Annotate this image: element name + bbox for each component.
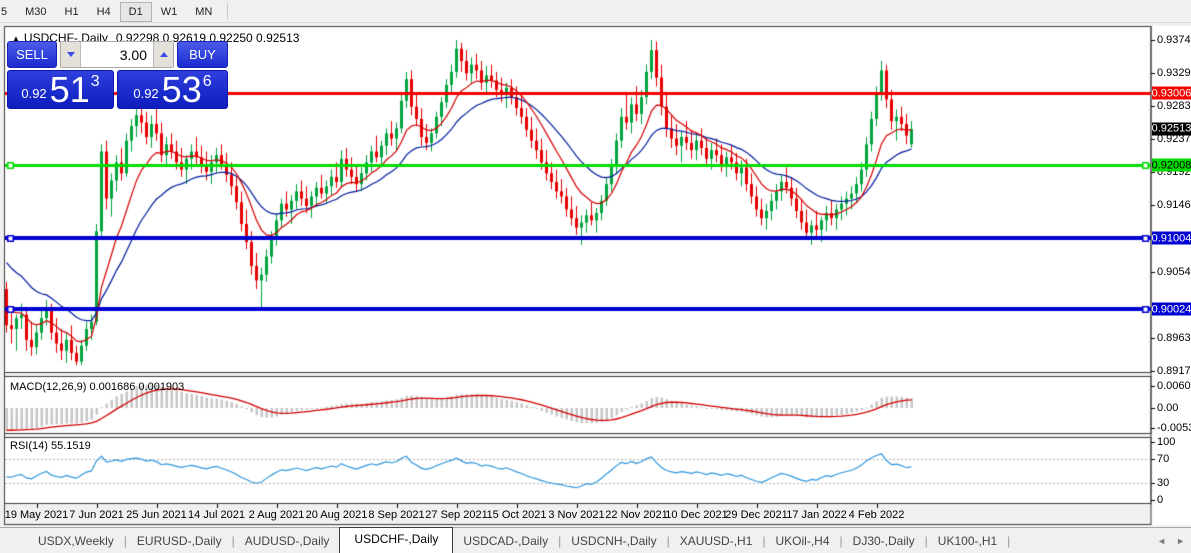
chart-tab-bar: USDX,Weekly | EURUSD-,Daily | AUDUSD-,Daily U… [0, 527, 1191, 553]
price-tick-label: 0.91460 [1157, 199, 1191, 212]
volume-increase-button[interactable] [154, 42, 173, 67]
macd-label: MACD(12,26,9) 0.001686 0.001903 [10, 381, 185, 393]
chart-tab-usdcad[interactable]: USDCAD-,Daily [453, 530, 558, 553]
price-tick-label: 0.92830 [1157, 99, 1191, 112]
one-click-trade-panel: SELL 3.00 BUY 0.92 51 3 0.92 53 6 [7, 41, 228, 109]
chart-tab-usdx[interactable]: USDX,Weekly [28, 530, 124, 553]
chart-tab-audusd[interactable]: AUDUSD-,Daily [235, 530, 340, 553]
tab-scroll-right-button[interactable]: ► [1176, 536, 1185, 546]
date-tick-label: 3 Nov 2021 [548, 509, 605, 521]
date-tick-label: 10 Dec 2021 [665, 509, 728, 521]
rsi-label: RSI(14) 55.1519 [10, 440, 91, 452]
volume-stepper: 3.00 [60, 41, 174, 68]
price-tick-label: 0.93290 [1157, 66, 1191, 79]
macd-tick-label: 0.006045 [1157, 379, 1191, 392]
price-badge: 0.90024 [1151, 302, 1191, 316]
buy-price-big: 53 [161, 69, 202, 110]
date-tick-label: 20 Aug 2021 [305, 509, 368, 521]
chart-tab-usdchf[interactable]: USDCHF-,Daily [339, 527, 454, 553]
tab-separator: | [1007, 534, 1011, 548]
sell-price-big: 51 [49, 69, 90, 110]
buy-price-sup: 6 [202, 73, 212, 90]
date-tick-label: 29 Dec 2021 [725, 509, 788, 521]
price-tick-label: 0.89170 [1157, 365, 1191, 377]
price-tick-label: 0.93740 [1157, 34, 1191, 46]
date-tick-label: 22 Nov 2021 [605, 509, 668, 521]
rsi-tick-label: 30 [1157, 476, 1170, 489]
chart-tab-ukoil[interactable]: UKOil-,H4 [766, 530, 840, 553]
price-tick-label: 0.89630 [1157, 331, 1191, 344]
date-tick-label: 7 Jun 2021 [69, 509, 124, 521]
timeframe-button-w1[interactable]: W1 [152, 2, 187, 22]
sell-price-sup: 3 [90, 73, 100, 90]
tab-scroll-left-button[interactable]: ◄ [1157, 536, 1166, 546]
date-tick-label: 14 Jul 2021 [188, 509, 245, 521]
price-badge: 0.91004 [1151, 231, 1191, 245]
chart-tab-eurusd[interactable]: EURUSD-,Daily [127, 530, 232, 553]
macd-tick-label: -0.005383 [1157, 421, 1191, 434]
date-tick-label: 27 Sep 2021 [425, 509, 488, 521]
timeframe-toolbar: 5 M30 H1 H4 D1 W1 MN [0, 0, 1191, 23]
timeframe-button-d1[interactable]: D1 [119, 1, 152, 22]
triangle-up-icon [159, 52, 168, 57]
timeframe-button-mn[interactable]: MN [186, 2, 221, 22]
price-badge: 0.92513 [1151, 122, 1191, 136]
triangle-down-icon [66, 52, 75, 57]
date-tick-label: 19 May 2021 [4, 509, 69, 521]
price-badge: 0.93006 [1151, 86, 1191, 100]
sell-button[interactable]: SELL [7, 41, 57, 68]
toolbar-separator [227, 3, 229, 19]
sell-price-prefix: 0.92 [21, 86, 47, 101]
date-tick-label: 8 Sep 2021 [368, 509, 425, 521]
date-tick-label: 15 Oct 2021 [486, 509, 547, 521]
chart-tab-dj30[interactable]: DJ30-,Daily [843, 530, 925, 553]
timeframe-button-h1[interactable]: H1 [56, 2, 88, 22]
buy-price-prefix: 0.92 [133, 86, 159, 101]
mt4-chart-window: 5 M30 H1 H4 D1 W1 MN ▲ USDCHF-,Daily 0.92298 0.9… [0, 0, 1191, 553]
buy-price-display[interactable]: 0.92 53 6 [117, 70, 228, 109]
chart-tab-uk100[interactable]: UK100-,H1 [928, 530, 1007, 553]
chart-tab-xauusd[interactable]: XAUUSD-,H1 [670, 530, 763, 553]
date-tick-label: 4 Feb 2022 [848, 509, 905, 521]
date-tick-label: 17 Jan 2022 [786, 509, 847, 521]
macd-tick-label: 0.00 [1157, 402, 1179, 414]
date-tick-label: 25 Jun 2021 [126, 509, 187, 521]
rsi-tick-label: 100 [1157, 436, 1176, 448]
sell-price-display[interactable]: 0.92 51 3 [7, 70, 114, 109]
volume-input[interactable]: 3.00 [80, 42, 154, 67]
timeframe-button-5[interactable]: 5 [0, 2, 16, 22]
rsi-tick-label: 0 [1157, 494, 1164, 506]
timeframe-button-m30[interactable]: M30 [16, 2, 55, 22]
buy-button[interactable]: BUY [177, 41, 228, 68]
date-tick-label: 2 Aug 2021 [248, 509, 305, 521]
price-tick-label: 0.90540 [1157, 265, 1191, 278]
volume-decrease-button[interactable] [61, 42, 80, 67]
chart-tab-usdcnh[interactable]: USDCNH-,Daily [561, 530, 666, 553]
timeframe-button-h4[interactable]: H4 [88, 2, 120, 22]
rsi-tick-label: 70 [1157, 453, 1170, 466]
price-badge: 0.92008 [1151, 158, 1191, 172]
